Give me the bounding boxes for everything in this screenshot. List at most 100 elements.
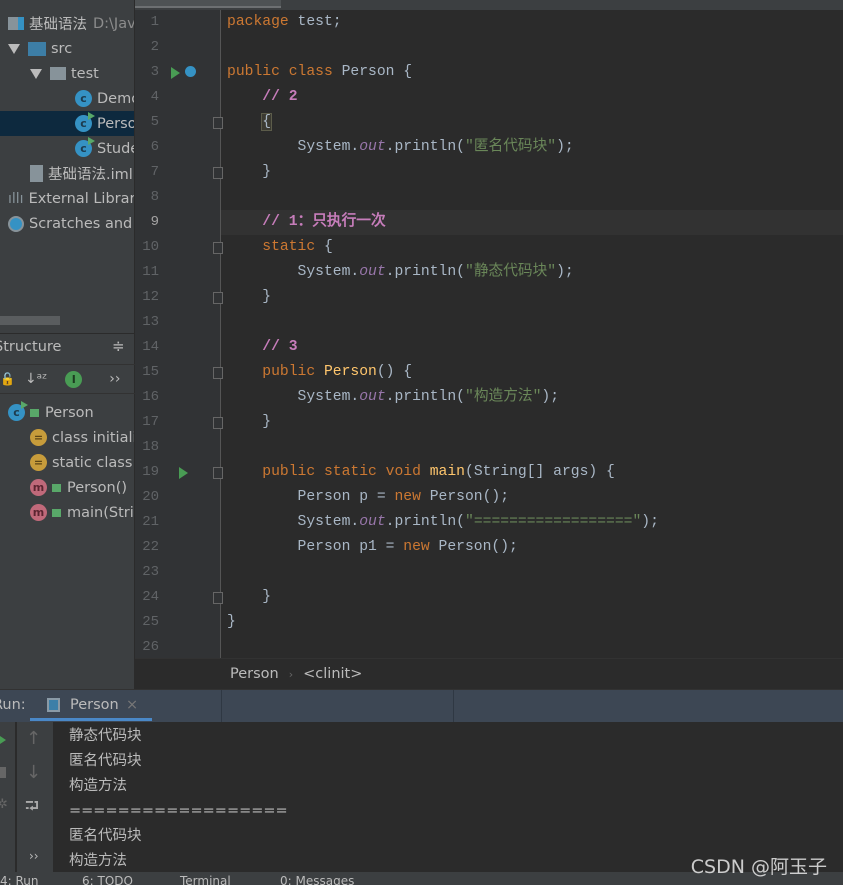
code-line[interactable]: } [227, 160, 271, 185]
code-line[interactable]: System.out.println("匿名代码块"); [227, 135, 574, 160]
expand-arrow-icon[interactable] [30, 68, 42, 79]
structure-item[interactable]: c Person [0, 400, 134, 425]
code-token: "构造方法" [465, 389, 542, 405]
fold-marker-icon[interactable] [213, 367, 223, 379]
tree-item[interactable]: src [0, 36, 134, 61]
visibility-sort-icon[interactable]: 🔓 [0, 372, 15, 386]
code-line[interactable]: // 3 [227, 335, 297, 360]
expand-collapse-icon[interactable]: ≑ [112, 337, 125, 355]
code-line[interactable]: System.out.println("静态代码块"); [227, 260, 574, 285]
code-line[interactable]: System.out.println("构造方法"); [227, 385, 560, 410]
runnable-class-icon: c [75, 137, 95, 157]
close-icon[interactable]: × [126, 697, 138, 713]
code-line[interactable]: } [227, 285, 271, 310]
line-number: 19 [142, 464, 159, 480]
breadcrumb-member[interactable]: <clinit> [303, 666, 362, 682]
code-line[interactable]: package test; [227, 10, 342, 35]
breadcrumb: Person › <clinit> [135, 658, 843, 689]
code-line[interactable]: } [227, 410, 271, 435]
initializer-icon: = [30, 429, 47, 446]
expand-arrow-icon[interactable] [8, 43, 20, 54]
code-line[interactable]: Person p = new Person(); [227, 485, 510, 510]
structure-item[interactable]: = static class initializer [0, 450, 134, 475]
code-token: System. [227, 264, 360, 280]
code-line[interactable]: System.out.println("==================")… [227, 510, 659, 535]
status-messages[interactable]: 0: Messages [280, 874, 354, 885]
code-token: out [359, 264, 386, 280]
console-output[interactable]: 静态代码块 匿名代码块 构造方法 ================== 匿名代码块 构造方… [69, 724, 769, 874]
structure-header: Structure ≑ [0, 333, 135, 360]
inherited-icon[interactable]: I [65, 370, 83, 388]
structure-item-label: main(String[]) [67, 504, 134, 521]
structure-item[interactable]: m Person() [0, 475, 134, 500]
soft-wrap-icon[interactable]: ⮒ [25, 794, 39, 824]
tree-item[interactable]: cPerson [0, 111, 134, 136]
code-token: System. [227, 139, 360, 155]
code-line[interactable]: } [227, 610, 236, 635]
line-number: 9 [150, 214, 159, 230]
code-token: .println( [385, 139, 465, 155]
tree-item-label: Demo [97, 90, 134, 107]
status-run[interactable]: 4: Run [0, 874, 39, 885]
sort-alpha-icon[interactable]: ↓ᵃᶻ [25, 371, 47, 387]
arrow-up-icon[interactable]: ↑ [26, 728, 41, 749]
code-line[interactable]: public Person() { [227, 360, 412, 385]
package-icon [50, 67, 66, 80]
overridden-icon[interactable] [185, 66, 196, 77]
code-editor[interactable]: package test; public class Person { // 2 … [221, 10, 843, 658]
run-gutter-icon[interactable] [171, 67, 180, 79]
structure-item[interactable]: = class initializer [0, 425, 134, 450]
line-number: 26 [142, 639, 159, 655]
rerun-icon[interactable] [0, 734, 6, 746]
tree-item[interactable]: 基础语法.iml [0, 161, 134, 186]
tree-item[interactable]: cStudent [0, 136, 134, 161]
code-line[interactable]: // 2 [227, 85, 297, 110]
structure-item[interactable]: m main(String[]) [0, 500, 134, 525]
scratches-icon [8, 215, 24, 232]
code-line[interactable]: } [227, 585, 271, 610]
code-token: } [227, 414, 272, 430]
status-todo[interactable]: 6: TODO [82, 874, 133, 885]
code-line[interactable]: { [227, 110, 273, 135]
breadcrumb-class[interactable]: Person [230, 666, 279, 682]
tree-item[interactable]: c Demo [0, 86, 134, 111]
fold-marker-icon[interactable] [213, 292, 223, 304]
code-line[interactable]: Person p1 = new Person(); [227, 535, 518, 560]
tree-item[interactable]: 基础语法 D:\Jav [0, 11, 135, 36]
tree-item[interactable]: ıllıExternal Libraries [0, 186, 134, 211]
more-icon[interactable]: ›› [109, 371, 120, 387]
more-icon[interactable]: ›› [29, 849, 39, 863]
line-number: 17 [142, 414, 159, 430]
fold-marker-icon[interactable] [213, 467, 223, 479]
tree-item[interactable]: test [0, 61, 134, 86]
code-token: (String[] args) { [465, 464, 615, 480]
code-token: Person p1 = [227, 539, 404, 555]
fold-marker-icon[interactable] [213, 117, 223, 129]
public-icon [52, 483, 61, 492]
module-path: D:\Jav [93, 15, 135, 32]
restore-layout-icon[interactable]: ✲ [0, 797, 8, 812]
run-gutter-icon[interactable] [179, 467, 188, 479]
fold-marker-icon[interactable] [213, 592, 223, 604]
fold-marker-icon[interactable] [213, 167, 223, 179]
line-number: 24 [142, 589, 159, 605]
arrow-down-icon[interactable]: ↓ [26, 762, 41, 783]
run-tab-person[interactable]: Person × [30, 690, 152, 721]
tree-item[interactable]: Scratches and Consoles [0, 211, 134, 236]
line-number: 7 [150, 164, 159, 180]
tree-item-label: Scratches and Consoles [29, 215, 134, 232]
stop-icon[interactable] [0, 767, 6, 778]
project-scrollbar[interactable] [0, 316, 60, 325]
code-line[interactable]: public static void main(String[] args) { [227, 460, 615, 485]
code-line[interactable]: public class Person { [227, 60, 412, 85]
code-line[interactable]: // 1：只执行一次 [227, 210, 385, 235]
fold-marker-icon[interactable] [213, 242, 223, 254]
code-line[interactable]: static { [227, 235, 333, 260]
fold-marker-icon[interactable] [213, 417, 223, 429]
status-terminal[interactable]: Terminal [180, 874, 231, 885]
tab-person-java[interactable] [135, 0, 281, 8]
tree-item-label: Person [97, 115, 134, 132]
code-token: () { [376, 364, 413, 380]
code-token: public static void [227, 464, 430, 480]
